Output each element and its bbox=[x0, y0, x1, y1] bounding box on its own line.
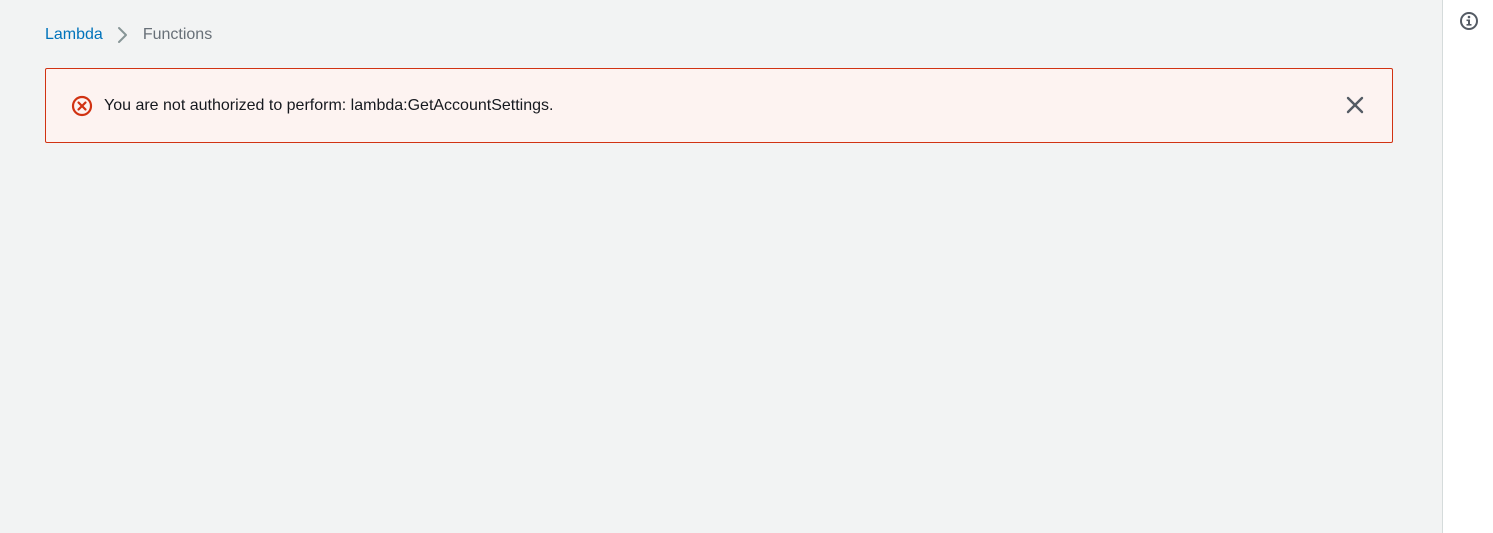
chevron-right-icon bbox=[103, 22, 143, 48]
breadcrumb: Lambda Functions bbox=[45, 22, 212, 48]
close-icon bbox=[1345, 95, 1365, 118]
info-icon bbox=[1459, 11, 1479, 34]
tools-panel bbox=[1442, 0, 1493, 533]
info-button[interactable] bbox=[1458, 11, 1480, 33]
main-content: Lambda Functions You are not authorized … bbox=[0, 0, 1442, 533]
breadcrumb-item-functions: Functions bbox=[142, 26, 213, 43]
alert-message: You are not authorized to perform: lambd… bbox=[104, 97, 554, 114]
dismiss-alert-button[interactable] bbox=[1343, 94, 1367, 118]
breadcrumb-item-lambda[interactable]: Lambda bbox=[45, 22, 103, 48]
error-alert: You are not authorized to perform: lambd… bbox=[45, 68, 1393, 143]
error-circle-x-icon bbox=[71, 95, 93, 117]
